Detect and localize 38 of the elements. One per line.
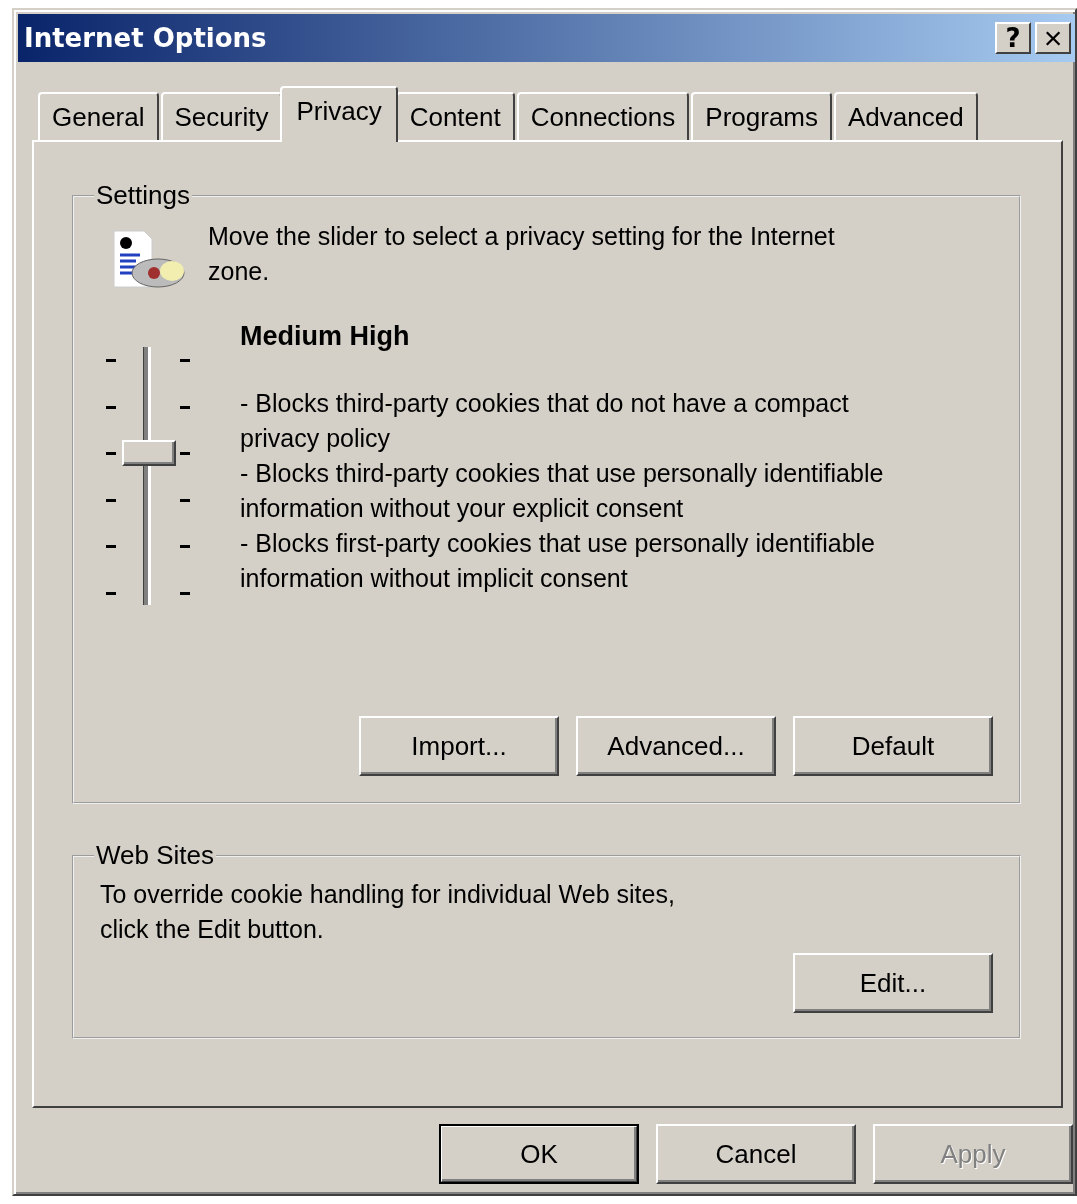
level-description: - Blocks first-party cookies that use personally identifiable information without implicit consent xyxy=(240,528,876,594)
window-title: Internet Options xyxy=(24,23,268,53)
close-button[interactable]: × xyxy=(1035,22,1071,54)
cancel-button[interactable]: Cancel xyxy=(656,1124,856,1184)
tab[interactable]: Connections xyxy=(516,92,690,140)
tab[interactable]: Advanced xyxy=(834,92,978,140)
tab[interactable]: Programs xyxy=(691,92,832,140)
edit-button[interactable]: Edit... xyxy=(793,953,993,1013)
tick-mark xyxy=(106,405,116,409)
web-sites-text: click the Edit button. xyxy=(100,914,325,945)
tick-mark xyxy=(180,498,190,502)
slider-thumb[interactable] xyxy=(122,440,176,467)
tick-mark xyxy=(106,545,116,549)
group-title: Settings xyxy=(95,180,191,211)
tick-mark xyxy=(180,592,190,595)
settings-button[interactable]: Default xyxy=(793,716,993,776)
settings-button[interactable]: Import... xyxy=(359,716,559,776)
help-button[interactable]: ? xyxy=(995,22,1031,54)
level-description: - Blocks third-party cookies that do not have a compact privacy policy xyxy=(240,388,850,454)
level-description: - Blocks third-party cookies that use personally identifiable information without your explicit consent xyxy=(240,458,885,524)
instruction-text: Move the slider to select a privacy setting for the Internet zone. xyxy=(208,221,835,287)
settings-button[interactable]: Advanced... xyxy=(576,716,776,776)
tick-mark xyxy=(180,405,190,409)
tick-mark xyxy=(180,359,190,362)
tick-mark xyxy=(106,359,116,362)
tick-mark xyxy=(106,452,116,456)
privacy-level-name: Medium High xyxy=(240,321,411,352)
group-title: Web Sites xyxy=(95,840,215,871)
tab[interactable]: Security xyxy=(160,92,283,140)
tab[interactable]: General xyxy=(38,92,159,140)
tab[interactable]: Privacy xyxy=(280,86,398,142)
tick-mark xyxy=(180,452,190,456)
tick-mark xyxy=(106,592,116,595)
tick-mark xyxy=(180,545,190,549)
web-sites-text: To override cookie handling for individual Web sites, xyxy=(100,879,676,910)
tab[interactable]: Content xyxy=(395,92,515,140)
tick-mark xyxy=(106,498,116,502)
ok-button[interactable]: OK xyxy=(439,1124,639,1184)
